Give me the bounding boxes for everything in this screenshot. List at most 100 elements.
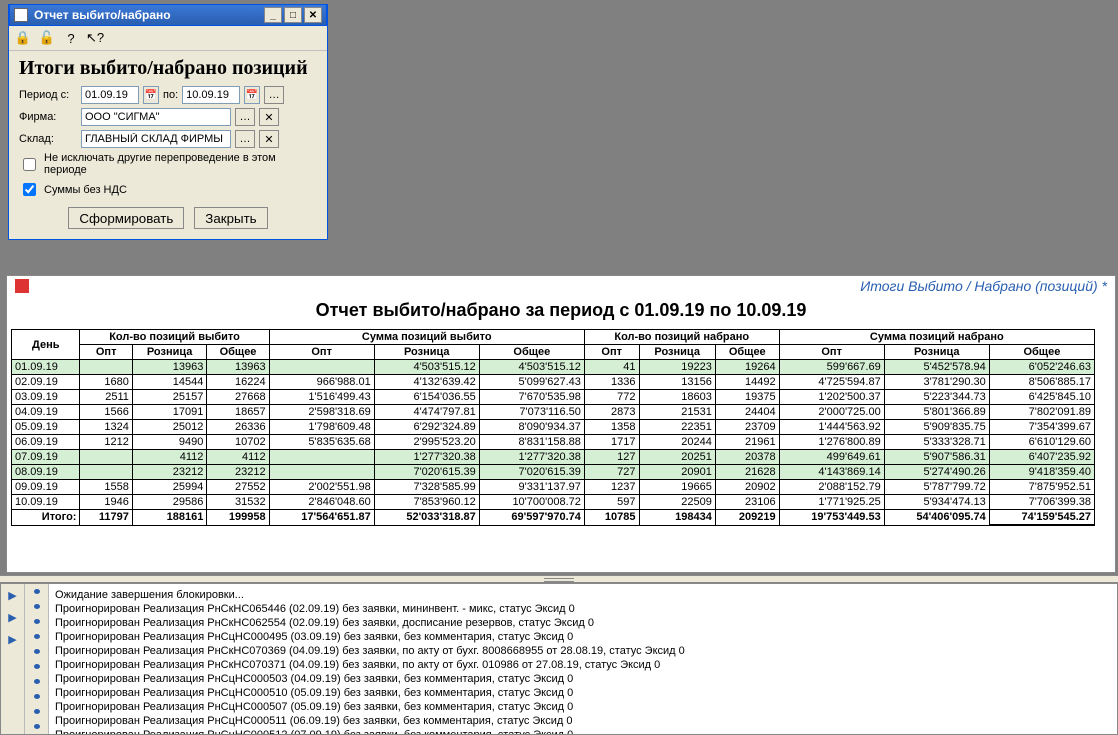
log-tabs: ▶ ▶ ▶: [1, 584, 25, 734]
cell: 5'907'586.31: [884, 450, 989, 465]
lock-icon[interactable]: 🔒: [15, 30, 31, 46]
maximize-button[interactable]: □: [284, 7, 302, 23]
log-line: Проигнорирован Реализация РнСцНС000503 (…: [55, 672, 1111, 686]
cell: 9'418'359.40: [989, 465, 1094, 480]
table-row[interactable]: 07.09.19411241121'277'320.381'277'320.38…: [12, 450, 1095, 465]
table-row[interactable]: 05.09.19132425012263361'798'609.486'292'…: [12, 420, 1095, 435]
period-extra-button[interactable]: …: [264, 86, 284, 104]
log-line: Проигнорирован Реализация РнСкНС070369 (…: [55, 644, 1111, 658]
cell: 8'506'885.17: [989, 375, 1094, 390]
cell: 1'277'320.38: [374, 450, 479, 465]
cell: 1237: [584, 480, 639, 495]
table-row[interactable]: 04.09.19156617091186572'598'318.694'474'…: [12, 405, 1095, 420]
cell: 2'846'048.60: [269, 495, 374, 510]
horizontal-splitter[interactable]: [0, 575, 1118, 583]
cell: 2'598'318.69: [269, 405, 374, 420]
cell: 6'052'246.63: [989, 360, 1094, 375]
cell: 5'787'799.72: [884, 480, 989, 495]
cell: 6'407'235.92: [989, 450, 1094, 465]
log-tab-3[interactable]: ▶: [4, 630, 22, 648]
cell: 9490: [132, 435, 206, 450]
log-line: Проигнорирован Реализация РнСцНС000512 (…: [55, 728, 1111, 734]
warehouse-clear-button[interactable]: ✕: [259, 130, 279, 148]
log-tab-1[interactable]: ▶: [4, 586, 22, 604]
table-row[interactable]: 09.09.19155825994275522'002'551.987'328'…: [12, 480, 1095, 495]
cell: 21628: [715, 465, 779, 480]
table-row[interactable]: 02.09.1916801454416224966'988.014'132'63…: [12, 375, 1095, 390]
close-button[interactable]: ✕: [304, 7, 322, 23]
exclude-label: Не исключать другие перепроведение в это…: [44, 152, 317, 176]
cell: 6'292'324.89: [374, 420, 479, 435]
cell: 41: [584, 360, 639, 375]
cell-day: 10.09.19: [12, 495, 80, 510]
firm-clear-button[interactable]: ✕: [259, 108, 279, 126]
cell: 772: [584, 390, 639, 405]
minimize-button[interactable]: _: [264, 7, 282, 23]
warehouse-pick-button[interactable]: …: [235, 130, 255, 148]
cell: 5'835'635.68: [269, 435, 374, 450]
cell: 20901: [639, 465, 715, 480]
cell: 7'020'615.39: [374, 465, 479, 480]
exclude-checkbox[interactable]: [23, 158, 36, 171]
cell: 7'670'535.98: [479, 390, 584, 405]
cell: 20251: [639, 450, 715, 465]
table-row[interactable]: 10.09.19194629586315322'846'048.607'853'…: [12, 495, 1095, 510]
calendar-from-button[interactable]: 📅: [143, 86, 159, 104]
calendar-to-button[interactable]: 📅: [244, 86, 260, 104]
app-icon: [14, 8, 28, 22]
cell: 21531: [639, 405, 715, 420]
log-markers: [25, 584, 49, 734]
no-vat-label: Суммы без НДС: [44, 184, 127, 196]
close-dialog-button[interactable]: Закрыть: [194, 207, 267, 229]
period-to-input[interactable]: [182, 86, 240, 104]
period-to-label: по:: [163, 89, 178, 101]
cell: [269, 465, 374, 480]
firm-input[interactable]: [81, 108, 231, 126]
pdf-icon[interactable]: [15, 279, 29, 293]
log-line: Проигнорирован Реализация РнСцНС000495 (…: [55, 630, 1111, 644]
cell: 1'202'500.37: [779, 390, 884, 405]
cell: 25012: [132, 420, 206, 435]
cell: 5'274'490.26: [884, 465, 989, 480]
warehouse-label: Склад:: [19, 133, 77, 145]
cell: 20902: [715, 480, 779, 495]
table-row[interactable]: 06.09.1912129490107025'835'635.682'995'5…: [12, 435, 1095, 450]
no-vat-checkbox[interactable]: [23, 183, 36, 196]
cell: 1358: [584, 420, 639, 435]
titlebar[interactable]: Отчет выбито/набрано _ □ ✕: [9, 4, 327, 26]
cell: 21961: [715, 435, 779, 450]
unlock-icon[interactable]: 🔓: [39, 30, 55, 46]
log-line: Ожидание завершения блокировки...: [55, 588, 1111, 602]
cell: 3'781'290.30: [884, 375, 989, 390]
cell: 1566: [80, 405, 132, 420]
table-row[interactable]: 01.09.1913963139634'503'515.124'503'515.…: [12, 360, 1095, 375]
cell: 127: [584, 450, 639, 465]
log-line: Проигнорирован Реализация РнСцНС000511 (…: [55, 714, 1111, 728]
cell: 4'132'639.42: [374, 375, 479, 390]
cell: 23106: [715, 495, 779, 510]
cell: 1'771'925.25: [779, 495, 884, 510]
cursor-help-icon[interactable]: ↖?: [87, 30, 103, 46]
warehouse-input[interactable]: [81, 130, 231, 148]
period-from-label: Период с:: [19, 89, 77, 101]
cell: 18603: [639, 390, 715, 405]
cell: 5'934'474.13: [884, 495, 989, 510]
colgroup-sum-out: Сумма позиций выбито: [269, 330, 584, 345]
cell-day: 07.09.19: [12, 450, 80, 465]
cell: 5'452'578.94: [884, 360, 989, 375]
help-icon[interactable]: ?: [63, 30, 79, 46]
cell: 1946: [80, 495, 132, 510]
log-text[interactable]: Ожидание завершения блокировки... Проигно…: [49, 584, 1117, 734]
cell: 1'516'499.43: [269, 390, 374, 405]
cell: 27552: [207, 480, 269, 495]
period-from-input[interactable]: [81, 86, 139, 104]
log-tab-2[interactable]: ▶: [4, 608, 22, 626]
table-row[interactable]: 08.09.1923212232127'020'615.397'020'615.…: [12, 465, 1095, 480]
cell: 7'073'116.50: [479, 405, 584, 420]
firm-pick-button[interactable]: …: [235, 108, 255, 126]
generate-button[interactable]: Сформировать: [68, 207, 184, 229]
cell: 1212: [80, 435, 132, 450]
cell: [269, 360, 374, 375]
cell: [80, 450, 132, 465]
table-row[interactable]: 03.09.19251125157276681'516'499.436'154'…: [12, 390, 1095, 405]
